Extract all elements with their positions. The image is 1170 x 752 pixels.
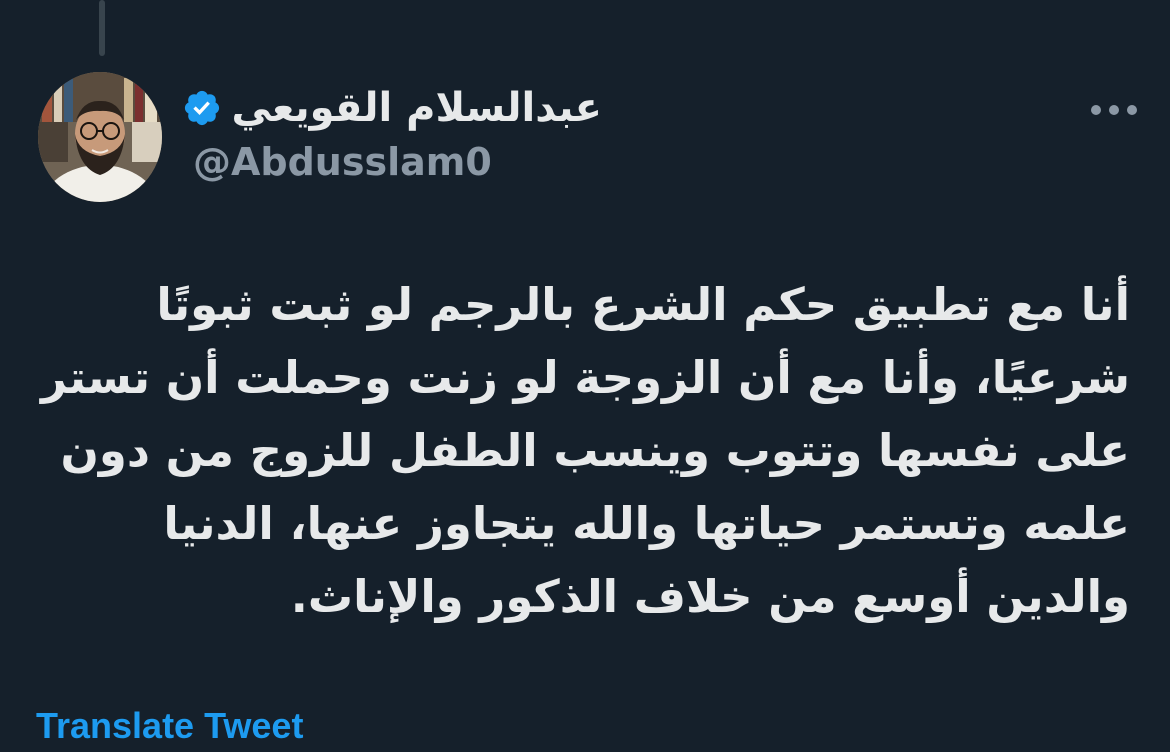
- author-handle[interactable]: @Abdusslam0: [193, 140, 492, 184]
- verified-badge-icon: [184, 90, 219, 126]
- thread-connector-line: [99, 0, 105, 56]
- avatar[interactable]: [38, 72, 162, 202]
- more-options-button[interactable]: [1084, 96, 1144, 124]
- translate-tweet-link[interactable]: Translate Tweet: [36, 700, 303, 752]
- author-name-row[interactable]: عبدالسلام القويعي: [182, 84, 602, 132]
- user-avatar-photo: [38, 72, 162, 202]
- more-options-icon: [1091, 105, 1137, 115]
- tweet-text: أنا مع تطبيق حكم الشرع بالرجم لو ثبت ثبو…: [41, 278, 1130, 623]
- author-display-name[interactable]: عبدالسلام القويعي: [232, 84, 602, 132]
